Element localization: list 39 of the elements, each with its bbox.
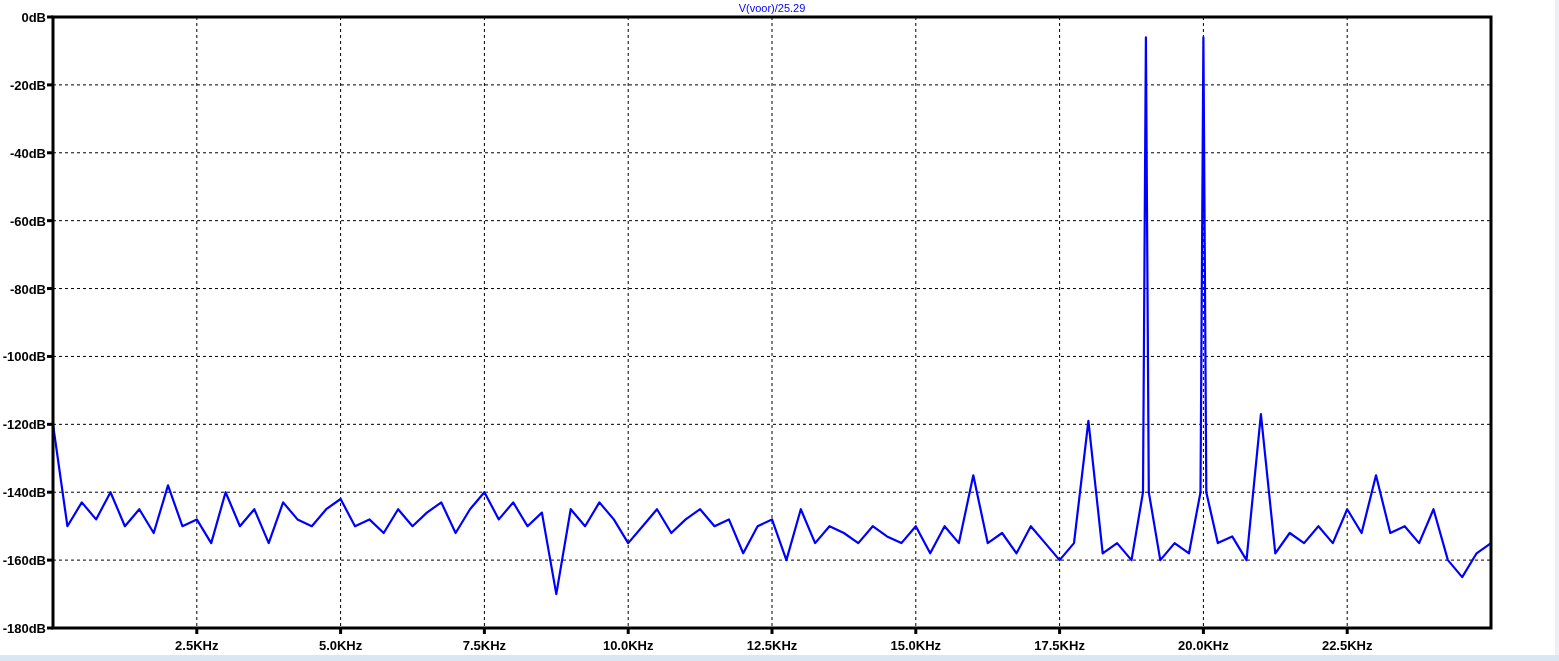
axis-label: 15.0KHz (890, 638, 942, 653)
tick-mark (47, 490, 53, 494)
axis-label: -100dB (2, 349, 46, 365)
tick-mark (1201, 628, 1205, 634)
axis-label: -80dB (9, 281, 46, 297)
tick-mark (47, 558, 53, 562)
tick-mark (1345, 628, 1349, 634)
tick-mark (47, 626, 53, 630)
axis-label: 12.5KHz (746, 638, 798, 653)
axis-label: 7.5KHz (462, 638, 507, 653)
axis-label: -140dB (2, 485, 46, 501)
axis-label: -160dB (2, 553, 46, 569)
axis-label: 17.5KHz (1034, 638, 1085, 653)
axis-label: 20.0KHz (1178, 638, 1229, 653)
axis-label: 5.0KHz (318, 638, 363, 653)
tick-mark (195, 628, 199, 634)
axis-label: -40dB (9, 145, 46, 161)
tick-mark (914, 628, 918, 634)
tick-mark (47, 151, 53, 155)
tick-mark (47, 219, 53, 223)
tick-mark (47, 83, 53, 87)
axis-label: 10.0KHz (602, 638, 654, 653)
tick-mark (1058, 628, 1062, 634)
tick-mark (770, 628, 774, 634)
axis-label: 0dB (21, 10, 46, 25)
axis-label: 22.5KHz (1321, 638, 1373, 653)
tick-mark (47, 422, 53, 426)
axis-label: -60dB (9, 213, 46, 229)
chart-title: V(voor)/25.29 (738, 2, 806, 14)
tick-mark (47, 15, 53, 19)
tick-mark (626, 628, 630, 634)
tick-mark (47, 354, 53, 358)
tick-mark (47, 287, 53, 291)
axis-label: -180dB (2, 621, 46, 636)
axis-label: -20dB (9, 77, 46, 93)
axis-label: 2.5KHz (175, 638, 219, 653)
tick-mark (339, 628, 343, 634)
tick-mark (482, 628, 486, 634)
axis-label: -120dB (2, 417, 46, 433)
